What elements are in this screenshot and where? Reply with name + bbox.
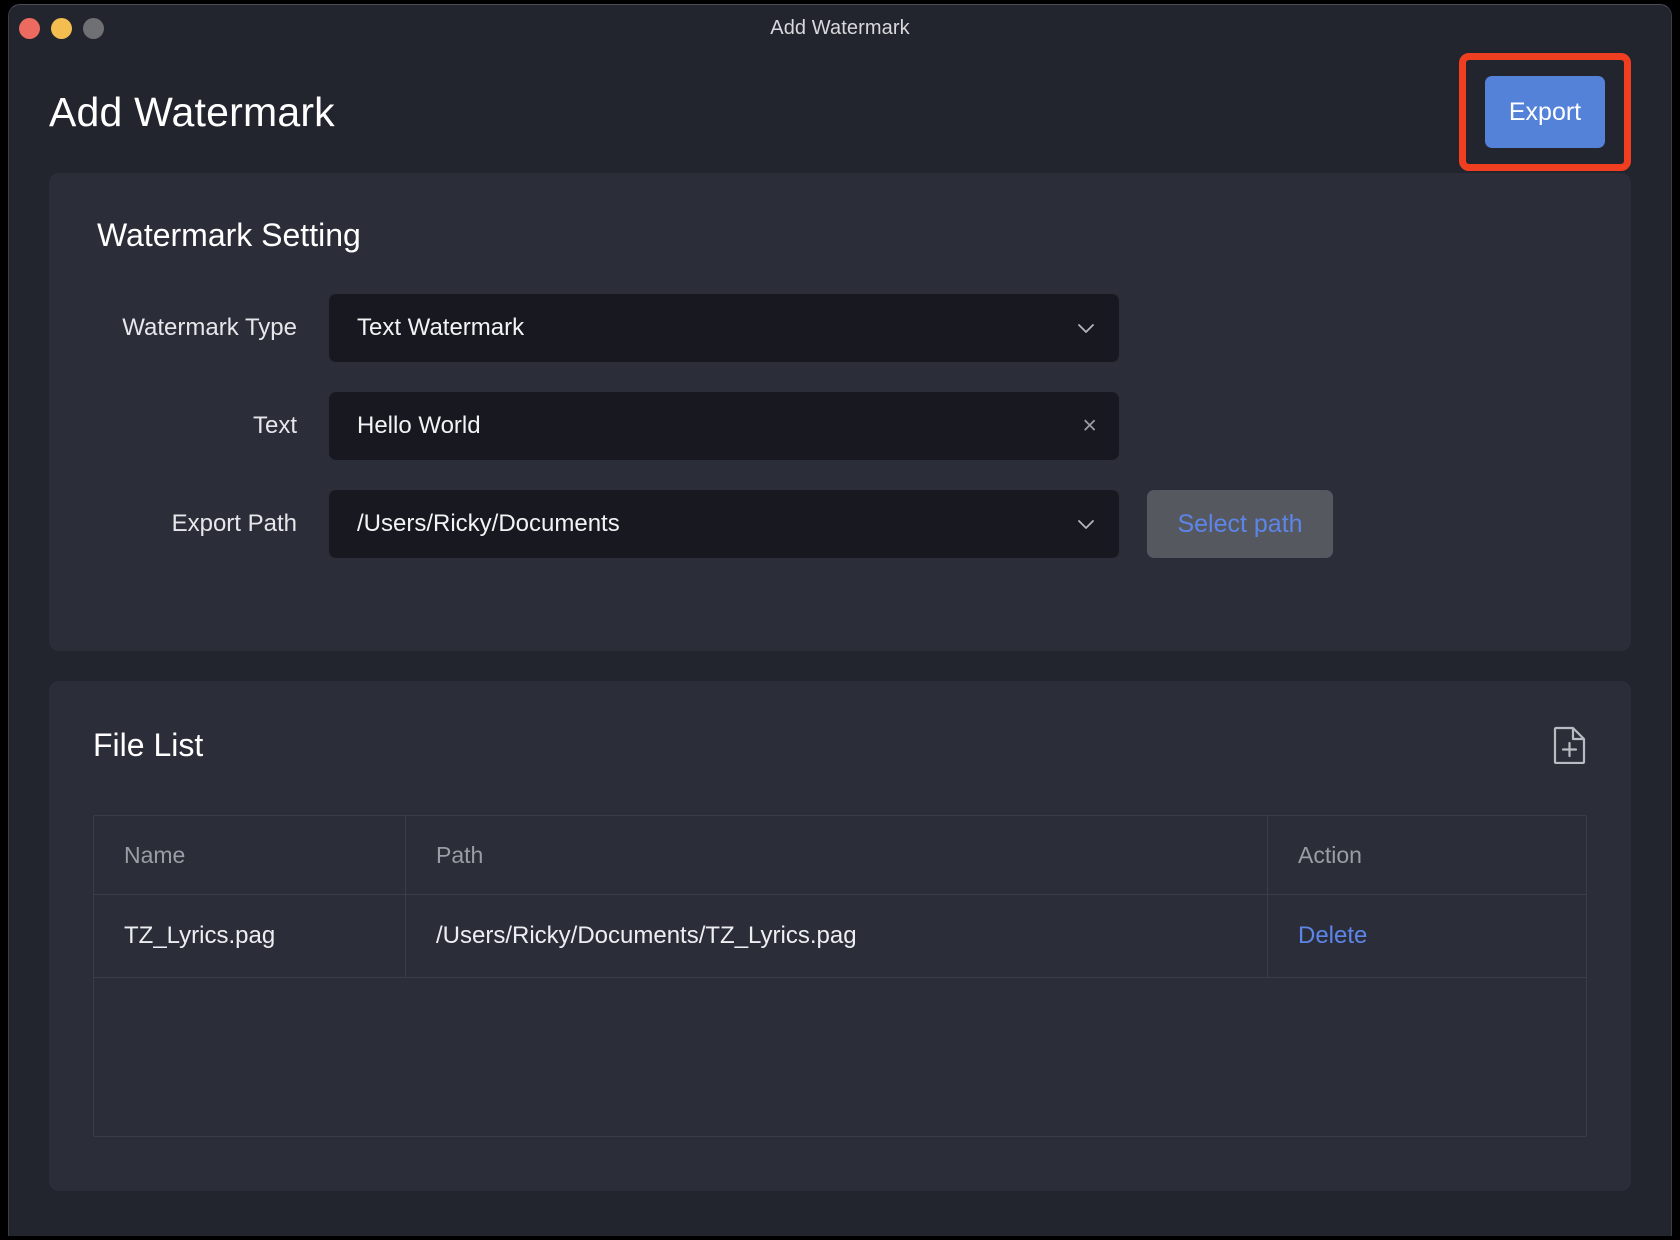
table-empty-area (94, 978, 1586, 1136)
page-title: Add Watermark (49, 88, 335, 135)
chevron-down-icon (1075, 513, 1097, 535)
watermark-setting-form: Watermark Type Text Watermark Text Hello… (97, 294, 1583, 558)
file-list-table: Name Path Action TZ_Lyrics.pag /Users/Ri… (93, 815, 1587, 1137)
watermark-type-value: Text Watermark (357, 314, 525, 341)
text-input[interactable]: Hello World × (329, 392, 1119, 460)
maximize-window-button[interactable] (83, 17, 104, 39)
export-button[interactable]: Export (1485, 76, 1605, 148)
file-list-header: File List (93, 721, 1587, 769)
row-watermark-type: Watermark Type Text Watermark (97, 294, 1583, 362)
select-path-button[interactable]: Select path (1147, 490, 1333, 558)
watermark-setting-card: Watermark Setting Watermark Type Text Wa… (49, 173, 1631, 651)
watermark-type-label: Watermark Type (122, 314, 297, 341)
row-export-path: Export Path /Users/Ricky/Documents Selec… (97, 490, 1583, 558)
add-file-icon (1553, 726, 1587, 767)
text-label: Text (252, 412, 297, 439)
cell-file-path: /Users/Ricky/Documents/TZ_Lyrics.pag (406, 895, 1268, 977)
export-path-label: Export Path (171, 510, 297, 537)
column-header-path: Path (406, 816, 1268, 894)
watermark-type-select[interactable]: Text Watermark (329, 294, 1119, 362)
traffic-lights (19, 5, 104, 51)
app-window: Add Watermark Add Watermark Export Water… (8, 4, 1672, 1236)
add-file-button[interactable] (1553, 726, 1587, 767)
export-path-select[interactable]: /Users/Ricky/Documents (329, 490, 1119, 558)
file-list-card: File List Name Path Action TZ_Lyrics.pag… (49, 681, 1631, 1191)
file-list-title: File List (93, 726, 204, 763)
title-bar: Add Watermark (9, 5, 1671, 51)
column-header-action: Action (1298, 841, 1362, 868)
close-icon[interactable]: × (1082, 413, 1097, 439)
watermark-setting-title: Watermark Setting (97, 217, 361, 253)
delete-file-link[interactable]: Delete (1298, 922, 1367, 950)
export-path-value: /Users/Ricky/Documents (357, 510, 620, 537)
table-header-row: Name Path Action (94, 816, 1586, 895)
row-text: Text Hello World × (97, 392, 1583, 460)
text-input-value: Hello World (357, 412, 481, 439)
chevron-down-icon (1075, 317, 1097, 339)
minimize-window-button[interactable] (51, 17, 72, 39)
table-row[interactable]: TZ_Lyrics.pag /Users/Ricky/Documents/TZ_… (94, 895, 1586, 978)
window-title: Add Watermark (770, 16, 910, 39)
cell-file-name: TZ_Lyrics.pag (94, 895, 406, 977)
column-header-name: Name (94, 816, 406, 894)
cell-action: Delete (1268, 895, 1586, 977)
close-window-button[interactable] (19, 17, 40, 39)
page-header: Add Watermark Export (9, 51, 1671, 173)
export-button-container: Export (1459, 53, 1631, 171)
